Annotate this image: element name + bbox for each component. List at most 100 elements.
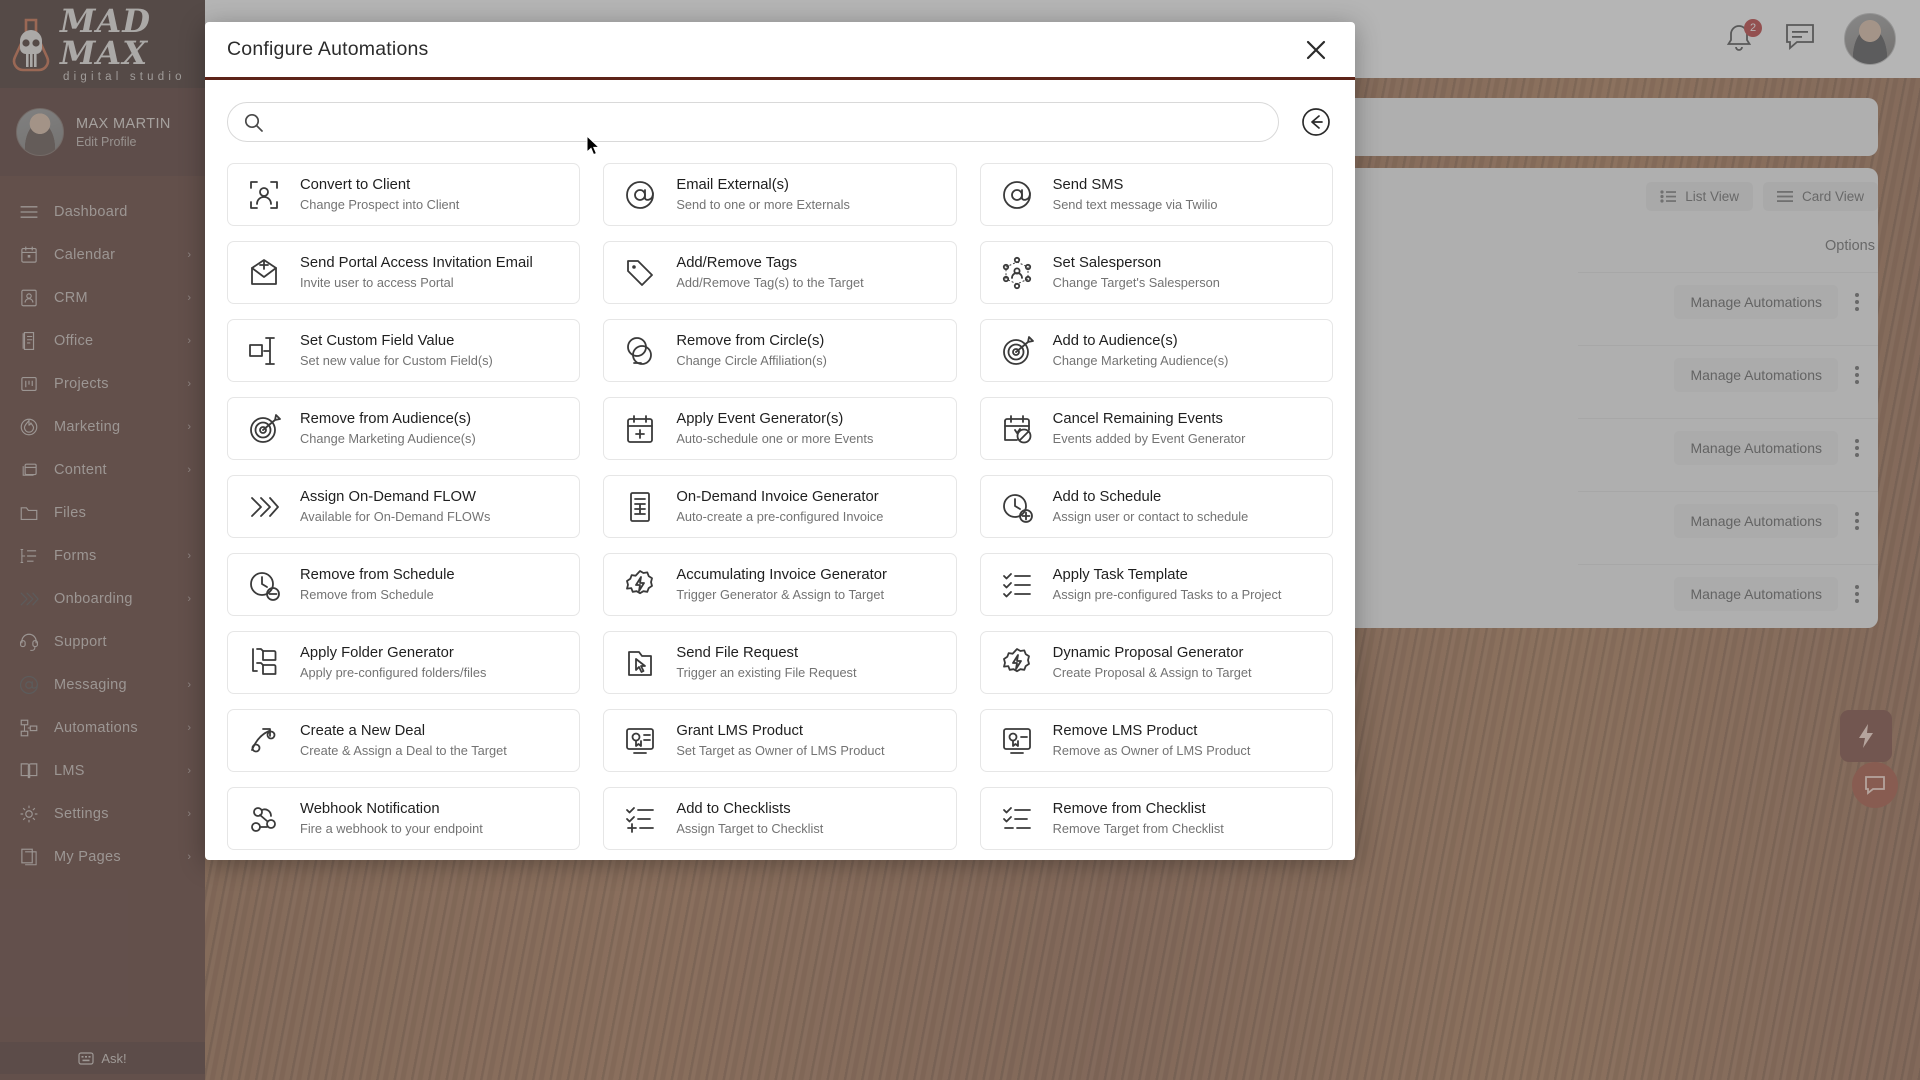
automation-card-title: Webhook Notification (300, 800, 440, 817)
automation-card[interactable]: Send SMS Send text message via Twilio (979, 163, 1333, 226)
automation-card[interactable]: Accumulating Invoice Generator Trigger Ge… (603, 553, 957, 616)
automation-card-title: Cancel Remaining Events (1052, 410, 1223, 427)
automation-card[interactable]: Add to Schedule Assign user or contact to… (979, 475, 1333, 538)
automation-card-subtitle: Change Circle Affiliation(s) (676, 353, 827, 369)
automation-card-subtitle: Change Marketing Audience(s) (300, 431, 476, 447)
automations-grid: Convert to Client Change Prospect into Cl… (227, 163, 1333, 850)
automation-card-title: Add/Remove Tags (676, 254, 797, 271)
target-star-icon (997, 331, 1037, 371)
circles-minus-icon (620, 331, 660, 371)
automation-card-title: Apply Event Generator(s) (676, 410, 844, 427)
automation-card[interactable]: Email External(s) Send to one or more Ext… (603, 163, 957, 226)
automation-card-subtitle: Assign pre-configured Tasks to a Project (1052, 587, 1282, 603)
automation-card-title: Send File Request (676, 644, 799, 661)
automation-card-title: Assign On-Demand FLOW (300, 488, 476, 505)
automation-card-subtitle: Change Target's Salesperson (1052, 275, 1220, 291)
automation-card-subtitle: Trigger an existing File Request (676, 665, 857, 681)
automation-card-subtitle: Auto-schedule one or more Events (676, 431, 874, 447)
automation-card[interactable]: Grant LMS Product Set Target as Owner of … (603, 709, 957, 772)
automation-card[interactable]: Set Salesperson Change Target's Salespers… (979, 241, 1333, 304)
search-input[interactable] (273, 114, 1262, 130)
automation-card[interactable]: Add to Audience(s) Change Marketing Audie… (979, 319, 1333, 382)
automation-card[interactable]: Create a New Deal Create & Assign a Deal … (227, 709, 581, 772)
target-star-icon (244, 409, 284, 449)
lms-grant-icon (620, 721, 660, 761)
automation-card-title: Grant LMS Product (676, 722, 803, 739)
automation-card-subtitle: Trigger Generator & Assign to Target (676, 587, 885, 603)
invoice-icon (620, 487, 660, 527)
automation-card-title: Remove from Circle(s) (676, 332, 825, 349)
checklist-icon (997, 565, 1037, 605)
checklist-minus-icon (997, 799, 1037, 839)
automation-card[interactable]: Set Custom Field Value Set new value for … (227, 319, 581, 382)
automation-card[interactable]: Add to Checklists Assign Target to Checkl… (603, 787, 957, 850)
automation-card-title: Send Portal Access Invitation Email (300, 254, 533, 271)
automation-card[interactable]: Cancel Remaining Events Events added by E… (979, 397, 1333, 460)
gear-bolt-icon (620, 565, 660, 605)
custom-field-icon (244, 331, 284, 371)
at-icon (620, 175, 660, 215)
automation-card[interactable]: Webhook Notification Fire a webhook to yo… (227, 787, 581, 850)
automation-card-title: Send SMS (1052, 176, 1124, 193)
automation-card[interactable]: On-Demand Invoice Generator Auto-create a… (603, 475, 957, 538)
automation-card[interactable]: Remove from Circle(s) Change Circle Affil… (603, 319, 957, 382)
automation-card[interactable]: Assign On-Demand FLOW Available for On-De… (227, 475, 581, 538)
search-box[interactable] (227, 102, 1279, 142)
automation-card-subtitle: Set new value for Custom Field(s) (300, 353, 493, 369)
gear-bolt-icon (997, 643, 1037, 683)
automation-card[interactable]: Send Portal Access Invitation Email Invit… (227, 241, 581, 304)
network-person-icon (997, 253, 1037, 293)
automation-card-subtitle: Send text message via Twilio (1052, 197, 1218, 213)
automation-card-subtitle: Assign user or contact to schedule (1052, 509, 1249, 525)
back-button[interactable] (1299, 105, 1333, 139)
automation-card-title: Apply Task Template (1052, 566, 1188, 583)
chevrons-icon (244, 487, 284, 527)
modal-body: Convert to Client Change Prospect into Cl… (205, 80, 1355, 860)
close-icon (1306, 40, 1326, 59)
automation-card[interactable]: Dynamic Proposal Generator Create Proposa… (979, 631, 1333, 694)
automation-card-subtitle: Remove from Schedule (300, 587, 434, 603)
automation-card[interactable]: Send File Request Trigger an existing Fil… (603, 631, 957, 694)
automation-card-subtitle: Remove Target from Checklist (1052, 821, 1224, 837)
automation-card-subtitle: Auto-create a pre-configured Invoice (676, 509, 884, 525)
automation-card-subtitle: Set Target as Owner of LMS Product (676, 743, 885, 759)
mouse-cursor (586, 134, 602, 162)
automation-card-title: Add to Schedule (1052, 488, 1162, 505)
deal-icon (244, 721, 284, 761)
automation-card-title: Create a New Deal (300, 722, 426, 739)
folder-cursor-icon (620, 643, 660, 683)
modal-header: Configure Automations (205, 22, 1355, 80)
automation-card-subtitle: Remove as Owner of LMS Product (1052, 743, 1251, 759)
automation-card[interactable]: Convert to Client Change Prospect into Cl… (227, 163, 581, 226)
automation-card-title: Email External(s) (676, 176, 789, 193)
search-row (227, 102, 1333, 142)
automation-card-subtitle: Invite user to access Portal (300, 275, 454, 291)
lms-remove-icon (997, 721, 1037, 761)
automation-card-title: Remove from Checklist (1052, 800, 1206, 817)
automation-card[interactable]: Remove from Schedule Remove from Schedule (227, 553, 581, 616)
automation-card[interactable]: Add/Remove Tags Add/Remove Tag(s) to the … (603, 241, 957, 304)
automation-card[interactable]: Remove from Audience(s) Change Marketing … (227, 397, 581, 460)
calendar-cancel-icon (997, 409, 1037, 449)
close-button[interactable] (1299, 33, 1333, 67)
automation-card-title: Remove from Schedule (300, 566, 455, 583)
configure-automations-modal: Configure Automations Convert to Client … (205, 22, 1355, 860)
calendar-plus-icon (620, 409, 660, 449)
automation-card-title: Set Custom Field Value (300, 332, 455, 349)
automation-card-title: Add to Audience(s) (1052, 332, 1178, 349)
convert-person-icon (244, 175, 284, 215)
folder-tree-icon (244, 643, 284, 683)
automation-card-title: Convert to Client (300, 176, 411, 193)
automation-card-subtitle: Add/Remove Tag(s) to the Target (676, 275, 864, 291)
automation-card-title: Apply Folder Generator (300, 644, 454, 661)
automation-card-title: Add to Checklists (676, 800, 791, 817)
automation-card[interactable]: Apply Task Template Assign pre-configured… (979, 553, 1333, 616)
automation-card[interactable]: Apply Event Generator(s) Auto-schedule on… (603, 397, 957, 460)
automation-card[interactable]: Remove from Checklist Remove Target from … (979, 787, 1333, 850)
automation-card-title: Set Salesperson (1052, 254, 1162, 271)
webhook-icon (244, 799, 284, 839)
automation-card[interactable]: Remove LMS Product Remove as Owner of LMS… (979, 709, 1333, 772)
automation-card[interactable]: Apply Folder Generator Apply pre-configur… (227, 631, 581, 694)
automation-card-subtitle: Events added by Event Generator (1052, 431, 1246, 447)
automation-card-title: Accumulating Invoice Generator (676, 566, 887, 583)
